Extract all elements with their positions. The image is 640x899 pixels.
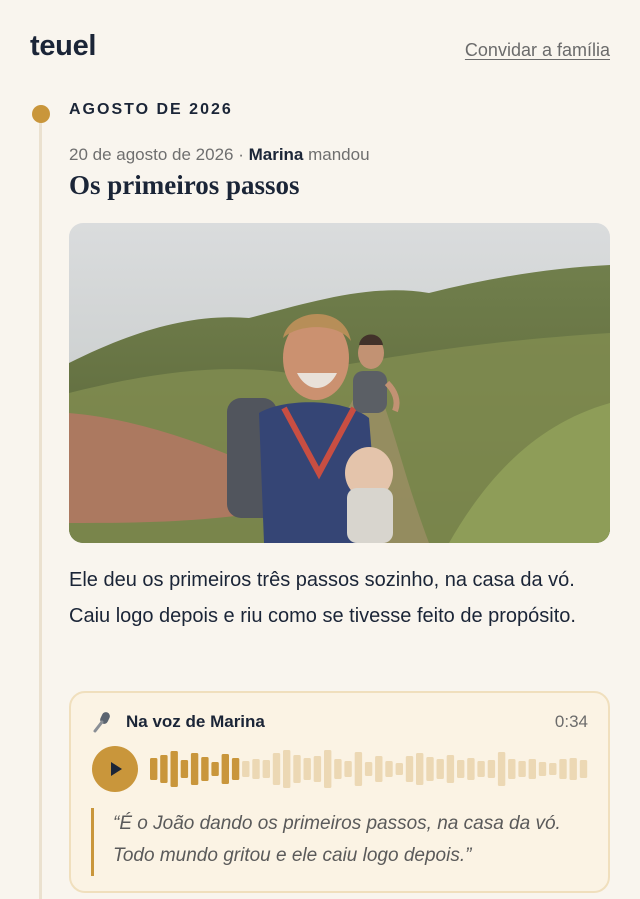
waveform-bar [569,758,577,780]
audio-waveform[interactable] [150,749,590,789]
waveform-bar [518,761,526,777]
app-header: teuel Convidar a família [0,0,640,90]
waveform-bar [395,763,403,775]
waveform-bar [313,756,322,782]
audio-message-card: Na voz de Marina 0:34 “É o João dando os… [69,691,610,893]
entry-photo[interactable] [69,223,610,543]
waveform-bar [283,750,291,788]
waveform-bar [457,760,465,778]
waveform-bar [211,762,219,776]
waveform-bar [201,757,209,781]
waveform-bar [221,754,229,784]
waveform-bar [160,755,168,783]
microphone-icon [93,711,113,733]
entry-text: Ele deu os primeiros três passos sozinho… [69,569,576,627]
waveform-bar [334,759,342,779]
month-heading: AGOSTO DE 2026 [69,101,233,118]
waveform-bar [579,760,588,778]
meta-separator: · [233,145,249,164]
waveform-bar [354,752,363,786]
waveform-bar [324,750,332,788]
waveform-bar [375,756,383,782]
waveform-bar [170,751,178,787]
waveform-bar [538,762,547,776]
waveform-bar [497,752,506,786]
waveform-bar [180,760,189,778]
waveform-bar [262,760,270,778]
waveform-bar [252,759,260,779]
waveform-bar [416,753,424,785]
audio-title: Na voz de Marina [126,712,265,731]
waveform-bar [150,758,158,780]
waveform-bar [487,760,496,778]
entry-sender: Marina [248,145,304,164]
entry-meta: 20 de agosto de 2026 · Marina mandou [69,145,370,165]
waveform-bar [364,762,373,776]
waveform-bar [477,761,485,777]
audio-duration: 0:34 [554,712,588,731]
waveform-bar [293,755,301,783]
waveform-bar [436,759,444,779]
waveform-bar [303,758,311,780]
waveform-bar [467,758,475,780]
waveform-bar [559,759,567,779]
audio-transcript: “É o João dando os primeiros passos, na … [91,808,591,876]
waveform-bar [426,757,434,781]
timeline-line [39,120,42,899]
waveform-bar [528,759,536,779]
waveform-bar [405,756,414,782]
waveform-bar [549,763,557,775]
waveform-bar [344,761,352,777]
waveform-bar [272,753,281,785]
waveform-bar [242,761,250,777]
play-button[interactable] [92,746,138,792]
waveform-bar [385,761,393,777]
entry-action: mandou [303,145,370,164]
waveform-bar [190,753,199,785]
invite-family-link[interactable]: Convidar a família [465,40,610,61]
waveform-bar [508,759,516,779]
play-icon [111,762,122,776]
entry-date: 20 de agosto de 2026 [69,145,234,164]
waveform-bar [446,755,455,783]
photo-illustration [69,223,610,543]
app-logo[interactable]: teuel [30,30,96,63]
waveform-bar [231,758,240,780]
timeline-dot [32,105,50,123]
entry-title: Os primeiros passos [69,170,300,200]
